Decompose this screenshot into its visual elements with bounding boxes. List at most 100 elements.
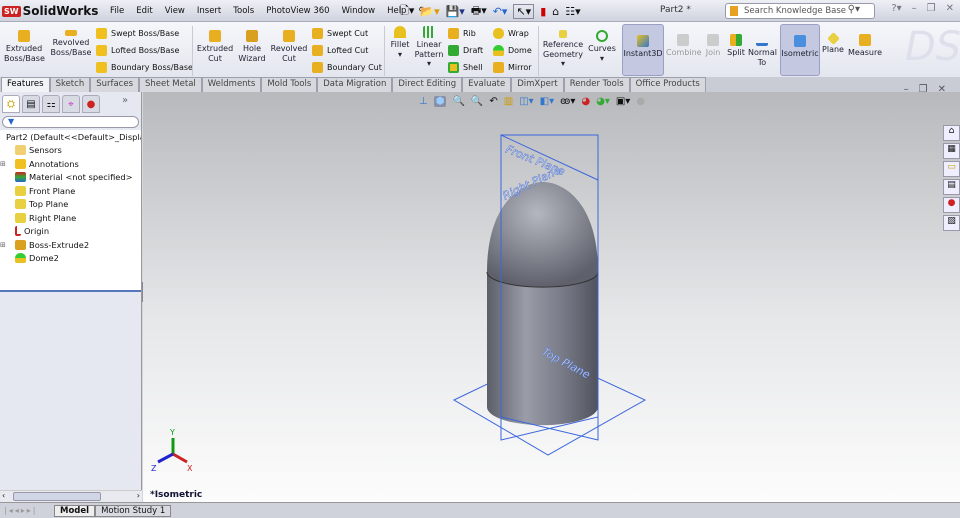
minimize-icon[interactable]: –: [912, 3, 917, 14]
linear-pattern-button[interactable]: Linear Pattern ▾: [414, 26, 444, 69]
shell-button[interactable]: Shell: [448, 61, 483, 73]
scroll-thumb[interactable]: [13, 492, 101, 501]
expand-icon[interactable]: ⊞: [0, 241, 8, 249]
new-icon[interactable]: 🗋▾: [400, 2, 414, 21]
close-icon[interactable]: ✕: [946, 3, 954, 14]
open-icon[interactable]: 📂▾: [420, 5, 439, 18]
graphics-viewport[interactable]: – ❐ ✕ ⊥ ⬢ 🔍 🔍 ↶ ▥ ◫▾ ◧▾ ꙭ▾ ◕ ◕▾ ▣▾ ● ⌂ ▦ ▭…: [143, 84, 960, 502]
filter-input[interactable]: ▼: [2, 116, 139, 128]
fillet-button[interactable]: Fillet ▾: [388, 26, 412, 59]
help-icon[interactable]: ?▾: [891, 3, 901, 14]
tab-weldments[interactable]: Weldments: [201, 77, 262, 92]
svg-text:Z: Z: [151, 464, 157, 473]
scroll-right-icon[interactable]: ›: [137, 491, 140, 500]
rib-button[interactable]: Rib: [448, 27, 476, 39]
file-properties-icon[interactable]: ⌂: [552, 5, 559, 18]
tree-item-boss-extrude2[interactable]: ⊞ Boss-Extrude2: [0, 238, 141, 252]
lofted-cut-button[interactable]: Lofted Cut: [312, 44, 368, 56]
tab-data-migration[interactable]: Data Migration: [317, 77, 393, 92]
boundary-boss-icon: [96, 61, 107, 73]
tree-item-top-plane[interactable]: Top Plane: [0, 198, 141, 212]
boundary-boss-button[interactable]: Boundary Boss/Base: [96, 61, 193, 73]
dimxpert-manager-tab-icon[interactable]: ⌖: [62, 95, 80, 113]
expand-tabs-icon[interactable]: »: [122, 95, 128, 116]
print-icon[interactable]: 🖶▾: [471, 2, 487, 21]
options-icon[interactable]: ☷▾: [565, 5, 580, 18]
tab-office-products[interactable]: Office Products: [629, 77, 706, 92]
menu-view[interactable]: View: [159, 6, 191, 16]
draft-button[interactable]: Draft: [448, 44, 483, 56]
svg-text:X: X: [187, 464, 193, 473]
tab-motion-study-1[interactable]: Motion Study 1: [95, 504, 172, 517]
join-button[interactable]: Join: [702, 34, 724, 58]
tab-render-tools[interactable]: Render Tools: [563, 77, 630, 92]
revolved-cut-button[interactable]: Revolved Cut: [270, 30, 308, 63]
boundary-cut-button[interactable]: Boundary Cut: [312, 61, 382, 73]
search-icon[interactable]: ⚲▾: [848, 4, 860, 15]
save-icon[interactable]: 💾▾: [446, 5, 465, 18]
split-button[interactable]: Split: [726, 34, 746, 58]
rebuild-icon[interactable]: ▮: [540, 5, 546, 18]
extruded-boss-button[interactable]: Extruded Boss/Base: [4, 30, 45, 63]
restore-icon[interactable]: ❐: [927, 3, 936, 14]
menu-edit[interactable]: Edit: [130, 6, 158, 16]
expand-icon[interactable]: ⊞: [0, 160, 8, 168]
undo-icon[interactable]: ↶▾: [493, 5, 508, 18]
measure-icon: [859, 34, 871, 46]
hole-wizard-button[interactable]: Hole Wizard: [236, 30, 268, 63]
swept-boss-button[interactable]: Swept Boss/Base: [96, 27, 179, 39]
lofted-boss-button[interactable]: Lofted Boss/Base: [96, 44, 179, 56]
divider: [384, 26, 385, 76]
dome-button[interactable]: Dome: [493, 44, 532, 56]
configuration-manager-tab-icon[interactable]: ⚏: [42, 95, 60, 113]
tab-mold-tools[interactable]: Mold Tools: [261, 77, 318, 92]
app-logo[interactable]: SW SolidWorks: [2, 2, 98, 20]
display-manager-tab-icon[interactable]: ●: [82, 95, 100, 113]
instant3d-button[interactable]: Instant3D: [622, 24, 664, 76]
plane-button[interactable]: Plane: [822, 32, 844, 55]
select-icon[interactable]: ↖▾: [513, 3, 535, 19]
reference-geometry-button[interactable]: Reference Geometry ▾: [542, 30, 584, 69]
tree-item-material[interactable]: Material <not specified>: [0, 171, 141, 185]
tab-direct-editing[interactable]: Direct Editing: [392, 77, 463, 92]
tab-model[interactable]: Model: [54, 504, 96, 517]
revolved-boss-button[interactable]: Revolved Boss/Base: [50, 30, 92, 57]
wrap-button[interactable]: Wrap: [493, 27, 529, 39]
mirror-button[interactable]: Mirror: [493, 61, 532, 73]
tree-item-origin[interactable]: Origin: [0, 225, 141, 239]
curves-button[interactable]: Curves ▾: [587, 30, 617, 63]
measure-button[interactable]: Measure: [846, 34, 884, 58]
tab-sheet-metal[interactable]: Sheet Metal: [139, 77, 202, 92]
draft-icon: [448, 44, 459, 56]
tree-item-dome2[interactable]: Dome2: [0, 252, 141, 266]
tab-navigation-icons[interactable]: |◂◂▸▸|: [0, 506, 50, 515]
tab-surfaces[interactable]: Surfaces: [90, 77, 140, 92]
menu-photoview[interactable]: PhotoView 360: [260, 6, 335, 16]
horizontal-scrollbar[interactable]: ‹ ›: [0, 490, 142, 502]
menu-file[interactable]: File: [104, 6, 130, 16]
tree-item-front-plane[interactable]: Front Plane: [0, 184, 141, 198]
boss-extrude-icon: [15, 239, 26, 250]
tree-item-sensors[interactable]: Sensors: [0, 144, 141, 158]
lofted-cut-icon: [312, 44, 323, 56]
extruded-cut-button[interactable]: Extruded Cut: [196, 30, 234, 63]
tab-dimxpert[interactable]: DimXpert: [511, 77, 564, 92]
swept-cut-button[interactable]: Swept Cut: [312, 27, 368, 39]
tab-sketch[interactable]: Sketch: [49, 77, 91, 92]
scroll-left-icon[interactable]: ‹: [2, 491, 5, 500]
feature-manager-tab-icon[interactable]: ⛭: [2, 95, 20, 113]
tab-features[interactable]: Features: [1, 77, 50, 92]
combine-button[interactable]: Combine: [666, 34, 702, 58]
tab-evaluate[interactable]: Evaluate: [462, 77, 512, 92]
tree-item-annotations[interactable]: ⊞ Annotations: [0, 157, 141, 171]
swept-boss-icon: [96, 27, 107, 39]
menu-window[interactable]: Window: [336, 6, 382, 16]
normal-to-button[interactable]: Normal To: [748, 34, 777, 67]
menu-insert[interactable]: Insert: [191, 6, 227, 16]
menu-tools[interactable]: Tools: [227, 6, 260, 16]
tree-root-part[interactable]: Part2 (Default<<Default>_Displa: [0, 130, 141, 144]
property-manager-tab-icon[interactable]: ▤: [22, 95, 40, 113]
search-knowledge-base-input[interactable]: Search Knowledge Base ⚲▾: [725, 3, 875, 19]
tree-item-right-plane[interactable]: Right Plane: [0, 211, 141, 225]
isometric-button[interactable]: Isometric: [780, 24, 820, 76]
